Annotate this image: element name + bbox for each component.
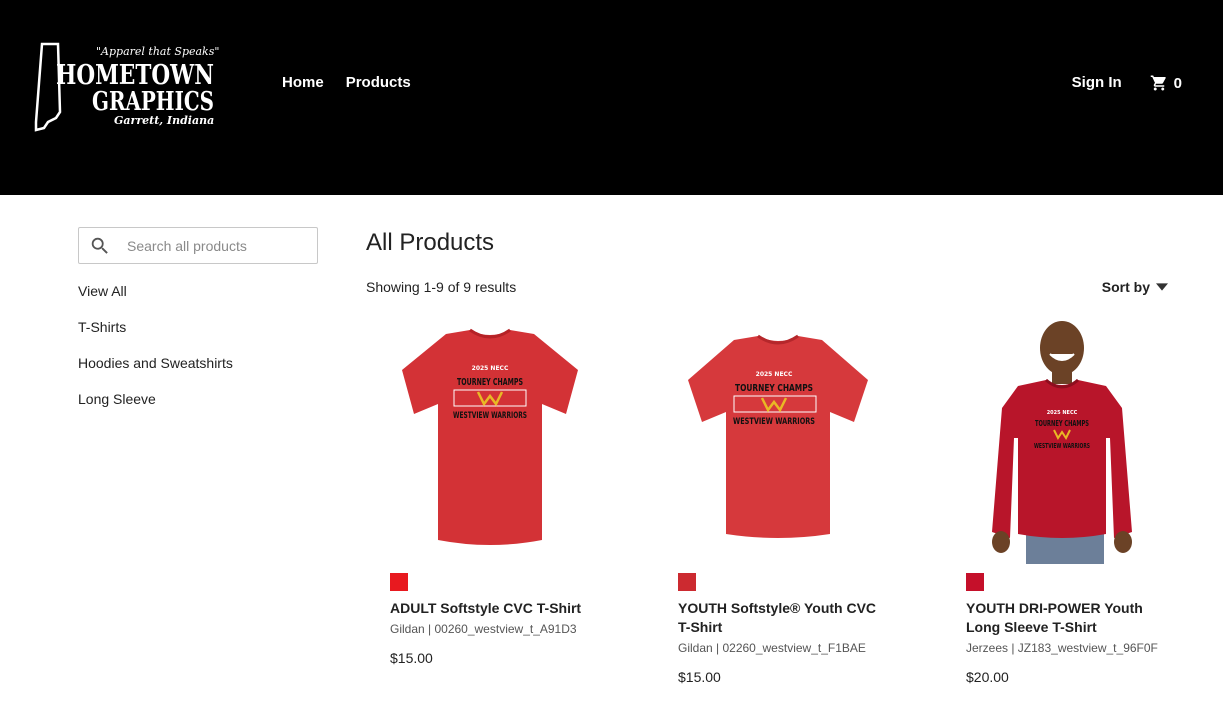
site-header: "Apparel that Speaks" HOMETOWN GRAPHICS …	[0, 0, 1223, 195]
page-title: All Products	[366, 229, 495, 256]
logo-tagline: "Apparel that Speaks"	[96, 45, 219, 58]
main-nav: Home Products	[282, 74, 433, 92]
account-nav: Sign In 0	[1072, 74, 1182, 92]
nav-products-link[interactable]: Products	[346, 74, 411, 92]
color-swatch[interactable]	[678, 573, 696, 591]
print-line3: WESTVIEW WARRIORS	[453, 411, 527, 421]
category-list: View All T-Shirts Hoodies and Sweatshirt…	[78, 283, 233, 427]
color-swatch[interactable]	[390, 573, 408, 591]
cart-icon	[1150, 75, 1166, 91]
product-meta: Jerzees | JZ183_westview_t_96F0F	[966, 641, 1158, 655]
cart-button[interactable]: 0	[1150, 74, 1182, 92]
product-card[interactable]: 2025 NECC TOURNEY CHAMPS WESTVIEW WARRIO…	[390, 318, 590, 666]
product-meta: Gildan | 02260_westview_t_F1BAE	[678, 641, 866, 655]
color-swatch[interactable]	[966, 573, 984, 591]
product-name[interactable]: ADULT Softstyle CVC T-Shirt	[390, 599, 590, 618]
product-image[interactable]: 2025 NECC TOURNEY CHAMPS WESTVIEW WARRIO…	[966, 318, 1166, 564]
print-line1: 2025 NECC	[756, 371, 793, 378]
product-name[interactable]: YOUTH Softstyle® Youth CVC T-Shirt	[678, 599, 878, 637]
sign-in-link[interactable]: Sign In	[1072, 74, 1122, 92]
print-line3: WESTVIEW WARRIORS	[733, 417, 815, 427]
print-line2: TOURNEY CHAMPS	[1035, 419, 1089, 428]
product-card[interactable]: 2025 NECC TOURNEY CHAMPS WESTVIEW WARRIO…	[966, 318, 1166, 685]
category-hoodies-sweatshirts[interactable]: Hoodies and Sweatshirts	[78, 355, 233, 391]
product-name[interactable]: YOUTH DRI-POWER Youth Long Sleeve T-Shir…	[966, 599, 1166, 637]
category-long-sleeve[interactable]: Long Sleeve	[78, 391, 233, 427]
product-card[interactable]: 2025 NECC TOURNEY CHAMPS WESTVIEW WARRIO…	[678, 318, 878, 685]
logo-line2: GRAPHICS	[92, 87, 214, 117]
product-image[interactable]: 2025 NECC TOURNEY CHAMPS WESTVIEW WARRIO…	[390, 318, 590, 564]
category-view-all[interactable]: View All	[78, 283, 233, 319]
category-t-shirts[interactable]: T-Shirts	[78, 319, 233, 355]
product-price: $15.00	[390, 650, 433, 666]
logo-location: Garrett, Indiana	[114, 114, 214, 127]
product-meta: Gildan | 00260_westview_t_A91D3	[390, 622, 577, 636]
sort-label: Sort by	[1101, 279, 1150, 295]
print-line3: WESTVIEW WARRIORS	[1034, 442, 1090, 450]
print-line1: 2025 NECC	[1047, 410, 1078, 416]
search-input[interactable]	[127, 237, 307, 254]
results-count: Showing 1-9 of 9 results	[366, 279, 517, 295]
product-price: $20.00	[966, 669, 1009, 685]
product-search[interactable]	[78, 227, 318, 264]
hometown-graphics-logo[interactable]: "Apparel that Speaks" HOMETOWN GRAPHICS …	[34, 42, 219, 132]
product-image[interactable]: 2025 NECC TOURNEY CHAMPS WESTVIEW WARRIO…	[678, 318, 878, 564]
nav-home-link[interactable]: Home	[282, 74, 324, 92]
caret-down-icon	[1156, 283, 1168, 291]
cart-count: 0	[1173, 74, 1182, 92]
print-line2: TOURNEY CHAMPS	[457, 377, 523, 388]
print-line2: TOURNEY CHAMPS	[735, 383, 813, 394]
product-price: $15.00	[678, 669, 721, 685]
search-icon[interactable]	[89, 235, 111, 257]
print-line1: 2025 NECC	[472, 365, 509, 372]
sort-dropdown[interactable]: Sort by	[1102, 279, 1168, 295]
